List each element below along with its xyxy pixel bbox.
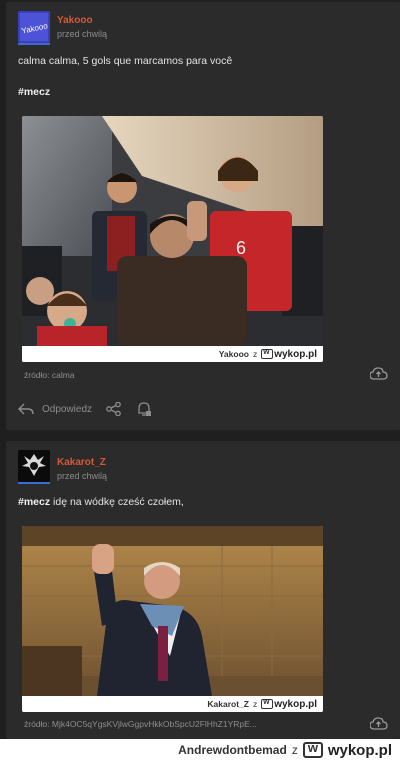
image-caption-bar: Yakooo z wykop.pl	[22, 346, 323, 362]
avatar[interactable]	[18, 450, 50, 482]
avatar-underline	[18, 43, 50, 45]
wykop-logo-icon	[302, 740, 323, 758]
entry-card: Kakarot_Z przed chwilą #mecz idę na wódk…	[6, 441, 400, 739]
wykop-logo-text: wykop.pl	[274, 698, 317, 710]
share-icon[interactable]	[106, 402, 122, 416]
caption-username: Yakooo	[218, 349, 249, 359]
notification-icon[interactable]	[136, 401, 152, 417]
wykop-logo: wykop.pl	[261, 697, 317, 710]
photo-man-waving	[22, 526, 323, 696]
source-text[interactable]: źródło: calma	[24, 370, 75, 380]
source-text[interactable]: źródło: Mjk4OC5qYgsKVjlwGgpvHkkObSpcU2Fl…	[24, 719, 257, 729]
caption-username: Kakarot_Z	[207, 699, 249, 709]
avatar-underline	[18, 482, 50, 484]
wykop-logo-icon	[261, 347, 274, 359]
timestamp[interactable]: przed chwilą	[57, 29, 107, 39]
reply-button[interactable]: Odpowiedz	[42, 404, 92, 415]
upload-icon[interactable]	[370, 367, 388, 381]
entry-text: #mecz idę na wódkę cześć czołem,	[18, 496, 184, 508]
wykop-logo: wykop.pl	[261, 347, 317, 360]
footer-wykop-text: wykop.pl	[327, 741, 392, 759]
entry-text: calma calma, 5 gols que marcamos para vo…	[18, 55, 233, 67]
wykop-logo-icon	[261, 697, 274, 709]
photo-stadium-crowd: 6	[22, 116, 323, 346]
tag-link[interactable]: #mecz	[18, 496, 50, 508]
entry-image[interactable]: Kakarot_Z z wykop.pl	[22, 526, 323, 712]
image-caption-bar: Kakarot_Z z wykop.pl	[22, 696, 323, 712]
entry-actions: Odpowiedz	[18, 401, 152, 417]
entry-image[interactable]: 6 Yakooo z wykop.pl	[22, 116, 323, 362]
footer-username: Andrewdontbemad	[178, 743, 287, 757]
svg-text:6: 6	[236, 238, 246, 258]
footer-z: z	[291, 743, 298, 757]
username[interactable]: Yakooo	[57, 15, 93, 26]
reply-icon[interactable]	[18, 402, 34, 416]
tag-link[interactable]: #mecz	[18, 86, 50, 98]
wykop-logo-text: wykop.pl	[274, 348, 317, 360]
timestamp[interactable]: przed chwilą	[57, 471, 107, 481]
avatar[interactable]: Yakooo	[18, 11, 50, 43]
entry-card: Yakooo Yakooo przed chwilą calma calma, …	[6, 2, 400, 430]
caption-z: z	[252, 699, 258, 709]
entry-text-body: idę na wódkę cześć czołem,	[50, 496, 184, 508]
username[interactable]: Kakarot_Z	[57, 457, 106, 468]
footer-watermark: Andrewdontbemad z wykop.pl	[0, 739, 400, 761]
upload-icon[interactable]	[370, 717, 388, 731]
caption-z: z	[252, 349, 258, 359]
